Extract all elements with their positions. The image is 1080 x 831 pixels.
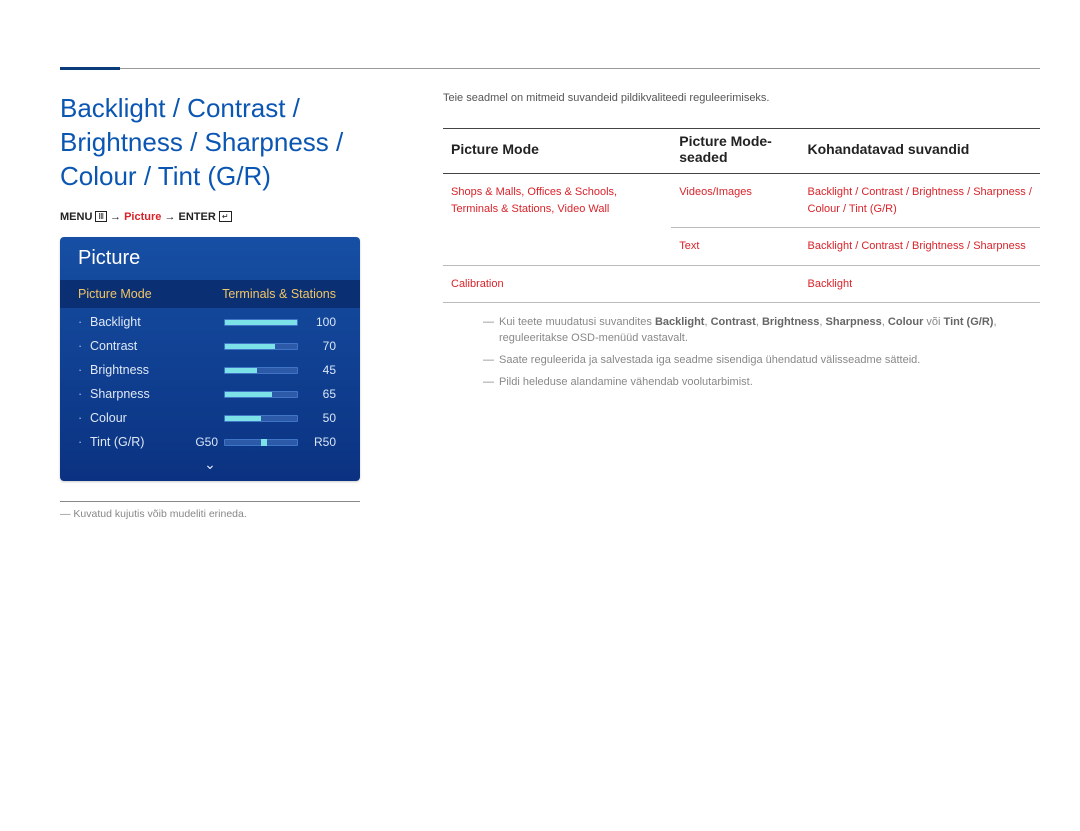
osd-sharpness-row[interactable]: · Sharpness 65 [60, 382, 360, 406]
slider-brightness[interactable] [224, 367, 298, 374]
table-row: Calibration Backlight [443, 265, 1040, 303]
table-row: Shops & Malls, Offices & Schools, Termin… [443, 174, 1040, 228]
slider-backlight[interactable] [224, 319, 298, 326]
notes-list: Kui teete muudatusi suvandites Backlight… [443, 315, 1040, 391]
slider-colour[interactable] [224, 415, 298, 422]
osd-title: Picture [60, 237, 360, 280]
osd-mode-value: Terminals & Stations [222, 287, 336, 301]
osd-tint-row[interactable]: · Tint (G/R) G50 R50 [60, 430, 360, 454]
slider-contrast[interactable] [224, 343, 298, 350]
th-mode: Picture Mode [443, 129, 671, 174]
enter-icon: ↵ [219, 211, 232, 222]
th-settings: Picture Mode-seaded [671, 129, 799, 174]
footnote-left: Kuvatud kujutis võib mudeliti erineda. [60, 508, 405, 520]
note-item: Pildi heleduse alandamine vähendab voolu… [483, 375, 1040, 391]
menu-path: MENU Ⅲ → Picture → ENTER ↵ [60, 211, 405, 223]
osd-contrast-row[interactable]: · Contrast 70 [60, 334, 360, 358]
osd-mode-label: Picture Mode [78, 287, 222, 301]
osd-colour-row[interactable]: · Colour 50 [60, 406, 360, 430]
page-title: Backlight / Contrast / Brightness / Shar… [60, 92, 405, 193]
menu-icon: Ⅲ [95, 211, 107, 222]
osd-brightness-row[interactable]: · Brightness 45 [60, 358, 360, 382]
osd-backlight-row[interactable]: · Backlight 100 [60, 310, 360, 334]
osd-panel: Picture Picture Mode Terminals & Station… [60, 237, 360, 481]
intro-text: Teie seadmel on mitmeid suvandeid pildik… [443, 92, 1040, 104]
th-options: Kohandatavad suvandid [800, 129, 1040, 174]
settings-table: Picture Mode Picture Mode-seaded Kohanda… [443, 128, 1040, 303]
slider-sharpness[interactable] [224, 391, 298, 398]
note-item: Kui teete muudatusi suvandites Backlight… [483, 315, 1040, 347]
slider-tint[interactable] [224, 439, 298, 446]
osd-picture-mode-row[interactable]: Picture Mode Terminals & Stations [60, 280, 360, 308]
note-item: Saate reguleerida ja salvestada iga sead… [483, 353, 1040, 369]
chevron-down-icon[interactable]: ⌄ [60, 456, 360, 473]
